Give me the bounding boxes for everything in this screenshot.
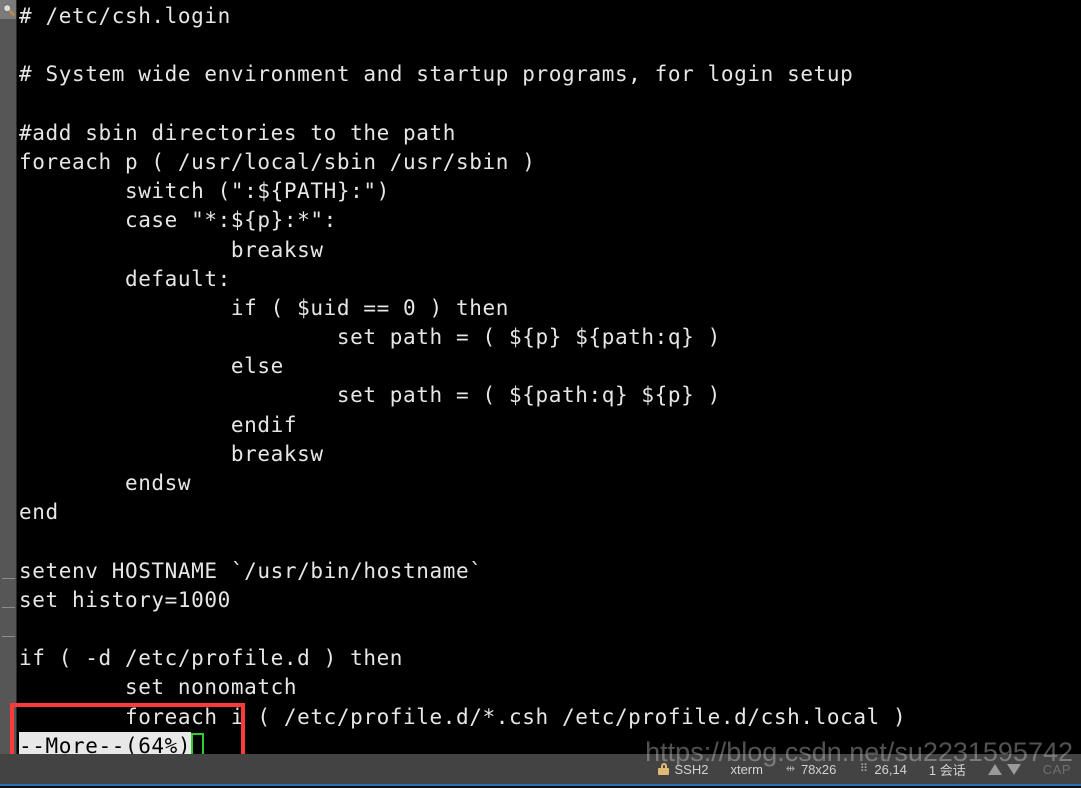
status-caps-lock: CAP	[1043, 762, 1071, 777]
terminal-line: # /etc/csh.login	[19, 4, 231, 28]
terminal-line: if ( -d /etc/profile.d ) then	[19, 646, 404, 671]
status-bar: SSH2 xterm ⇹ 78x26 ⠿ 26,14 1 会话 CAP	[0, 754, 1081, 784]
lock-icon	[658, 763, 670, 775]
terminal-line: default:	[19, 266, 231, 291]
terminal-line: switch (":${PATH}:")	[19, 179, 390, 204]
window-bottom-edge	[0, 784, 1081, 788]
terminal-line: if ( $uid == 0 ) then	[19, 295, 509, 320]
sidebar-divider	[2, 607, 15, 608]
status-session-count-label: 1 会话	[928, 762, 966, 778]
terminal-output[interactable]: # /etc/csh.login # System wide environme…	[18, 0, 1081, 758]
terminal-line: case "*:${p}:*":	[19, 208, 337, 233]
sidebar-divider	[2, 636, 15, 637]
sidebar-divider	[2, 578, 15, 579]
status-caps-lock-label: CAP	[1042, 761, 1071, 777]
terminal-line: endif	[19, 412, 298, 437]
terminal-line: set history=1000	[19, 587, 231, 612]
status-ssh-protocol-label: SSH2	[674, 761, 709, 777]
status-cursor-position[interactable]: ⠿ 26,14	[858, 762, 907, 777]
arrow-down-icon	[1006, 763, 1021, 775]
terminal-line: foreach i ( /etc/profile.d/*.csh /etc/pr…	[19, 704, 907, 729]
status-cursor-position-label: 26,14	[874, 761, 907, 777]
status-terminal-size[interactable]: ⇹ 78x26	[785, 761, 837, 777]
terminal-line: setenv HOSTNAME `/usr/bin/hostname`	[19, 558, 483, 583]
terminal-window: # /etc/csh.login # System wide environme…	[0, 0, 1081, 788]
terminal-line: set path = ( ${p} ${path:q} )	[19, 325, 721, 350]
search-icon[interactable]	[0, 0, 16, 19]
terminal-line: foreach p ( /usr/local/sbin /usr/sbin )	[19, 149, 536, 174]
terminal-line: breaksw	[19, 237, 324, 262]
terminal-line: else	[19, 354, 284, 379]
status-ssh-protocol[interactable]: SSH2	[658, 762, 708, 777]
status-terminal-emulation-label: xterm	[730, 761, 763, 777]
status-terminal-emulation[interactable]: xterm	[730, 762, 763, 777]
left-sidebar[interactable]	[0, 0, 17, 774]
grid-icon: ⠿	[859, 762, 868, 775]
arrow-up-icon	[987, 763, 1002, 775]
terminal-line: set nonomatch	[19, 675, 298, 700]
terminal-line: endsw	[19, 471, 192, 495]
terminal-line: set path = ( ${path:q} ${p} )	[19, 383, 721, 408]
status-traffic-indicators	[987, 763, 1021, 775]
status-terminal-size-label: 78x26	[800, 761, 837, 777]
terminal-line: breaksw	[19, 441, 324, 466]
terminal-line: end	[19, 500, 59, 525]
resize-icon: ⇹	[785, 762, 796, 775]
status-session-count[interactable]: 1 会话	[929, 760, 966, 779]
terminal-line: #add sbin directories to the path	[19, 120, 457, 145]
terminal-line: # System wide environment and startup pr…	[19, 62, 854, 87]
